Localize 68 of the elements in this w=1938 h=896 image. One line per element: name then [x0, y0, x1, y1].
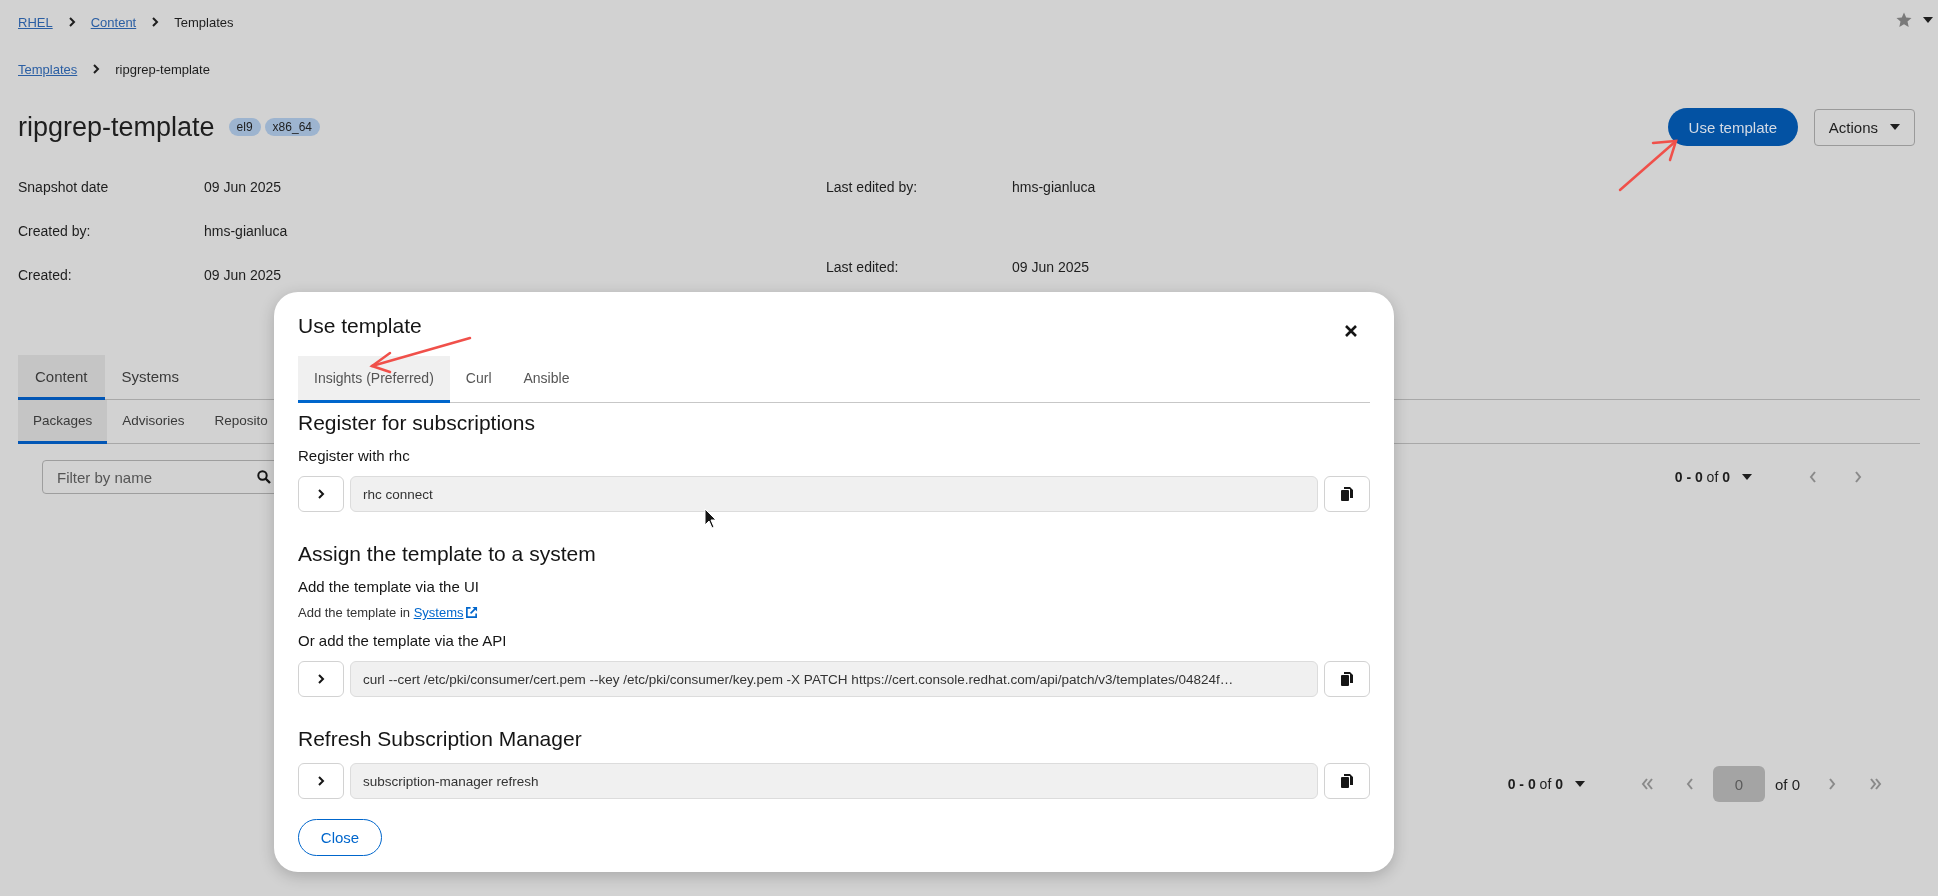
star-icon[interactable]	[1896, 12, 1912, 28]
command-field[interactable]: subscription-manager refresh	[350, 763, 1318, 799]
chevron-icon	[150, 17, 161, 27]
section-heading: Register for subscriptions	[298, 411, 536, 435]
copy-button[interactable]	[1324, 661, 1370, 697]
breadcrumb-current: Templates	[174, 14, 234, 30]
cursor-icon	[704, 508, 718, 530]
chevron-icon	[315, 487, 327, 501]
subtab[interactable]: Packages	[18, 400, 108, 444]
tag: x86_64	[264, 118, 320, 136]
subheading: Add the template via the UI	[298, 578, 480, 595]
expand-button[interactable]	[298, 763, 344, 799]
detail-label: Snapshot date	[18, 179, 110, 195]
help-text: Add the template in Systems	[298, 605, 1370, 620]
detail-value: 09 Jun 2025	[1012, 258, 1091, 277]
detail-value: hms-gianluca	[1012, 179, 1096, 197]
pagination-toggle[interactable]: 0 - 0 of 0	[1674, 469, 1752, 485]
caret-icon	[1742, 474, 1752, 480]
page-title: ripgrep-template	[18, 111, 215, 143]
breadcrumb-link[interactable]: RHEL	[18, 14, 53, 30]
copy-icon	[1341, 774, 1353, 788]
caret-icon	[1574, 781, 1585, 787]
subheading: Or add the template via the API	[298, 632, 508, 649]
pagination-toggle[interactable]: 0 - 0 of 0	[1507, 776, 1585, 792]
command-field[interactable]: curl --cert /etc/pki/consumer/cert.pem --key /etc/pki/consumer/key.pem -X PATCH https://cert.console.redhat.com/api/patch/v3/templates/04824f…	[350, 661, 1318, 697]
modal-tab[interactable]: Insights (Preferred)	[298, 356, 450, 403]
detail-label: Last edited by:	[826, 179, 919, 197]
external-link-icon	[465, 606, 479, 619]
chevron-icon	[315, 774, 327, 788]
detail-value: 09 Jun 2025	[204, 179, 283, 195]
tab[interactable]: Systems	[104, 355, 197, 400]
annotation-arrow	[1618, 139, 1678, 192]
chevron-icon	[91, 64, 102, 74]
systems-link[interactable]: Systems	[413, 605, 479, 620]
page-count: of 0	[1774, 775, 1800, 793]
detail-label: Last edited:	[826, 258, 900, 277]
tag: el9	[228, 118, 261, 136]
subtab[interactable]: Advisories	[107, 400, 200, 444]
expand-button[interactable]	[298, 661, 344, 697]
section-heading: Assign the template to a system	[298, 542, 597, 566]
search-icon	[257, 470, 271, 484]
modal-tab[interactable]: Ansible	[507, 356, 586, 403]
close-icon[interactable]	[1344, 324, 1358, 338]
caret-icon	[1890, 124, 1900, 130]
chevron-icon	[66, 17, 77, 27]
copy-icon	[1341, 672, 1353, 686]
actions-button[interactable]: Actions	[1813, 108, 1915, 146]
subheading: Register with rhc	[298, 447, 411, 464]
chevron-icon	[315, 672, 327, 686]
modal-tab[interactable]: Curl	[449, 356, 508, 403]
modal-title: Use template	[298, 314, 422, 338]
caret-icon[interactable]	[1923, 17, 1933, 23]
copy-button[interactable]	[1324, 763, 1370, 799]
detail-label: Created:	[18, 267, 73, 283]
use-template-button[interactable]: Use template	[1667, 108, 1798, 146]
copy-icon	[1341, 487, 1353, 501]
detail-label: Created by:	[18, 223, 92, 239]
expand-button[interactable]	[298, 476, 344, 512]
close-button[interactable]: Close	[298, 819, 382, 856]
detail-value: 09 Jun 2025	[204, 267, 283, 283]
detail-value: hms-gianluca	[204, 223, 289, 239]
breadcrumb-link[interactable]: Content	[90, 14, 137, 30]
command-field[interactable]: rhc connect	[350, 476, 1318, 512]
copy-button[interactable]	[1324, 476, 1370, 512]
breadcrumb-current: ripgrep-template	[115, 61, 210, 77]
breadcrumb-link[interactable]: Templates	[18, 61, 78, 77]
section-heading: Refresh Subscription Manager	[298, 727, 583, 751]
tab[interactable]: Content	[18, 355, 105, 400]
